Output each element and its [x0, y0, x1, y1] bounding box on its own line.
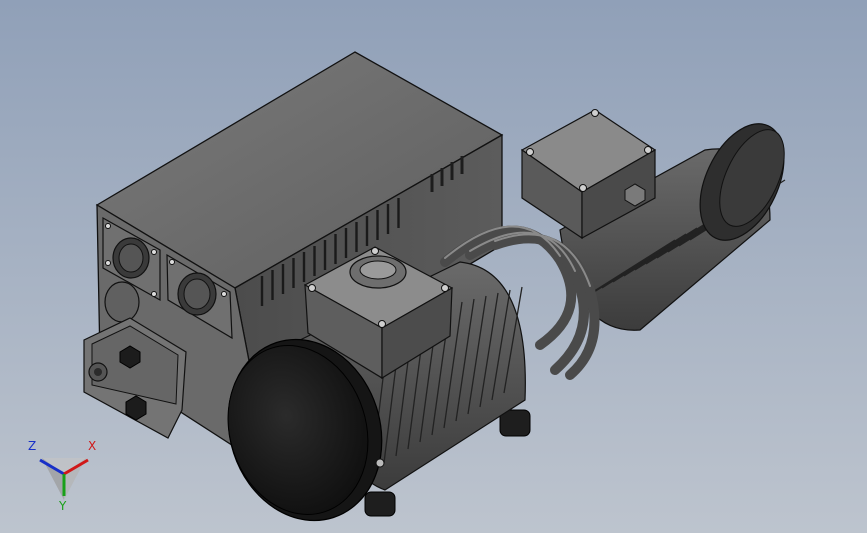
orientation-triad[interactable]: Z X Y	[24, 432, 104, 512]
front-cover-round	[104, 281, 140, 323]
cad-viewport[interactable]: Z X Y	[0, 0, 867, 533]
motor-foot	[364, 491, 396, 517]
z-axis-label: Z	[28, 439, 36, 453]
x-axis-label: X	[88, 439, 96, 453]
cover-screw	[375, 458, 385, 468]
y-axis-label: Y	[58, 499, 67, 512]
rear-motor[interactable]	[520, 109, 801, 331]
motor-foot	[499, 409, 531, 437]
vacuum-pump-3d-model[interactable]	[0, 0, 867, 533]
